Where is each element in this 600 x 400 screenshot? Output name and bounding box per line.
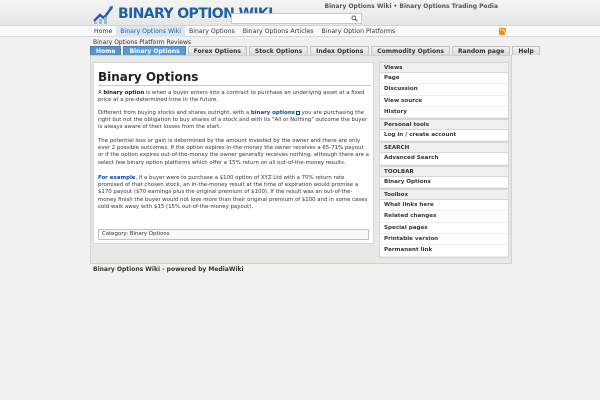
article-content: Binary Options A binary option is when a… <box>93 62 374 244</box>
tab-binary-options[interactable]: Binary Options <box>123 46 186 55</box>
tab-forex-options[interactable]: Forex Options <box>187 46 247 55</box>
topnav-binary-options-wiki[interactable]: Binary Options Wiki <box>116 26 185 37</box>
paragraph-example: For example, if a buyer were to purchase… <box>98 175 370 211</box>
sidebar-item-printable-version[interactable]: Printable version <box>380 234 508 246</box>
portlet-views: Views Page Discussion View source Histor… <box>379 62 509 120</box>
logo-chart-icon <box>93 6 113 24</box>
sidebar-item-page[interactable]: Page <box>380 73 508 85</box>
footer-text: Binary Options Wiki - powered by MediaWi… <box>93 266 244 273</box>
top-links: Binary Options Wiki • Binary Options Tradi… <box>325 3 498 10</box>
topnav-binary-option-platforms[interactable]: Binary Option Platforms <box>317 26 399 37</box>
portlet-search: SEARCH Advanced Search <box>379 142 509 166</box>
sidebar-item-binary-options[interactable]: Binary Options <box>380 177 508 189</box>
breadcrumb[interactable]: Binary Options Platform Reviews <box>93 39 191 46</box>
sidebar-item-what-links-here[interactable]: What links here <box>380 200 508 212</box>
paragraph-difference: Different from buying stocks and shares … <box>98 110 370 132</box>
portlet-search-title: SEARCH <box>380 143 508 154</box>
tab-help[interactable]: Help <box>512 46 540 55</box>
tab-commodity-options[interactable]: Commodity Options <box>371 46 450 55</box>
topnav-binary-options[interactable]: Binary Options <box>185 26 239 37</box>
difference-pre: Different from buying stocks and shares … <box>98 110 251 116</box>
top-link-wiki[interactable]: Binary Options Wiki <box>325 3 392 10</box>
sidebar-item-related-changes[interactable]: Related changes <box>380 211 508 223</box>
portlet-toolbar-title: TOOLBAR <box>380 166 508 177</box>
paragraph-outcomes: The potential loss or gain is determined… <box>98 138 369 166</box>
intro-bold: binary option <box>103 90 145 96</box>
tab-random-page[interactable]: Random page <box>451 46 511 55</box>
portlet-toolbox-title: Toolbox <box>380 190 508 201</box>
tab-stock-options[interactable]: Stock Options <box>248 46 309 55</box>
topnav-home[interactable]: Home <box>90 26 116 37</box>
title-divider <box>98 85 371 86</box>
portlet-personal-title: Personal tools <box>380 120 508 131</box>
portlet-views-title: Views <box>380 63 508 73</box>
topnav-binary-options-articles[interactable]: Binary Options Articles <box>239 26 318 37</box>
portlet-toolbar: TOOLBAR Binary Options <box>379 165 509 190</box>
sidebar: Views Page Discussion View source Histor… <box>379 62 509 258</box>
sidebar-item-permanent-link[interactable]: Permanent link <box>380 245 508 257</box>
binary-options-link[interactable]: binary options <box>251 110 295 116</box>
header-search <box>231 13 362 33</box>
tab-bar: Home Binary Options Forex Options Stock … <box>90 46 540 55</box>
top-navigation: Home Binary Options Wiki Binary Options … <box>0 26 600 37</box>
example-bold: For example <box>98 175 136 181</box>
top-links-separator: • <box>393 3 398 10</box>
category-box[interactable]: Category: Binary Options <box>98 229 369 240</box>
top-link-pedia[interactable]: Binary Options Trading Pedia <box>399 3 498 10</box>
page-title: Binary Options <box>98 70 199 84</box>
sidebar-item-advanced-search[interactable]: Advanced Search <box>380 153 508 165</box>
rss-icon[interactable] <box>499 28 506 35</box>
tab-home[interactable]: Home <box>90 46 122 55</box>
sidebar-item-discussion[interactable]: Discussion <box>380 84 508 96</box>
paragraph-intro: A binary option is when a buyer enters i… <box>98 90 370 104</box>
sidebar-item-special-pages[interactable]: Special pages <box>380 223 508 234</box>
header-bar: BINARY OPTION WIKI Binary Options Wiki • B… <box>0 0 600 33</box>
sidebar-item-history[interactable]: History <box>380 107 508 119</box>
example-post: , if a buyer were to purchase a $100 opt… <box>98 175 368 210</box>
search-icon[interactable] <box>351 15 358 22</box>
topnav-items: Home Binary Options Wiki Binary Options … <box>90 26 399 37</box>
portlet-personal-tools: Personal tools Log in / create account <box>379 119 509 143</box>
tab-index-options[interactable]: Index Options <box>310 46 370 55</box>
sidebar-item-view-source[interactable]: View source <box>380 96 508 107</box>
sidebar-item-login[interactable]: Log in / create account <box>380 130 508 142</box>
portlet-toolbox: Toolbox What links here Related changes … <box>379 189 509 258</box>
